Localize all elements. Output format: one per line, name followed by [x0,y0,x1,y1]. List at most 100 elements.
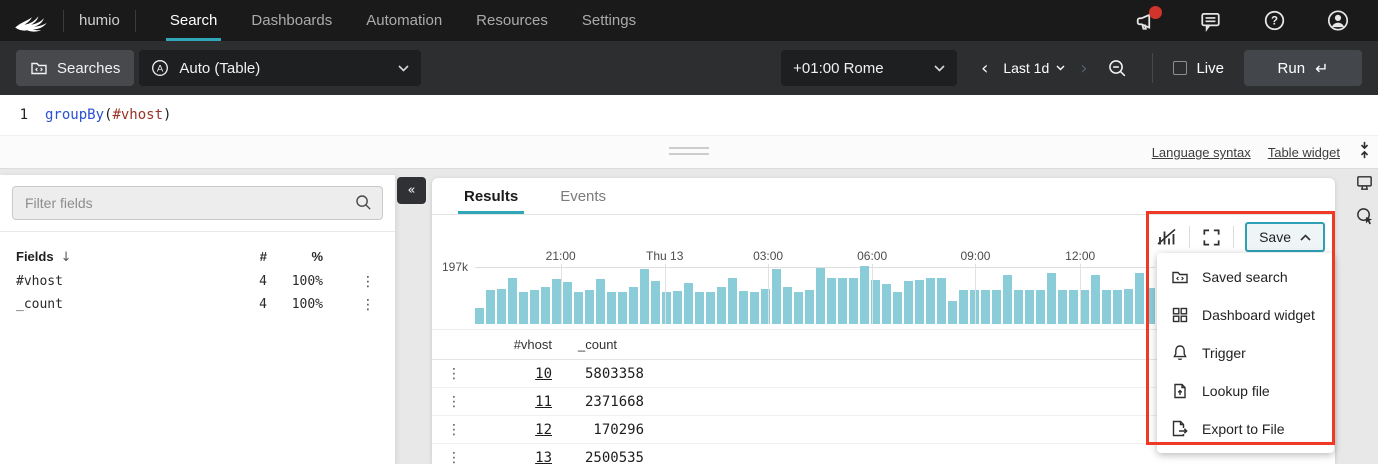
chart-toolbar: Save [1155,222,1325,252]
auto-view-icon: A [151,59,169,77]
histogram-bar [860,266,869,324]
time-forward-button[interactable]: › [1070,58,1097,79]
nav-item-settings[interactable]: Settings [582,0,636,41]
inspect-search-icon[interactable] [1355,206,1374,226]
feedback-icon[interactable] [1198,9,1222,33]
svg-text:A: A [157,63,164,74]
return-key-icon: ↵ [1315,59,1328,78]
field-row[interactable]: _count 4 100% ⋮ [16,293,379,316]
live-toggle[interactable]: Live [1173,60,1224,77]
nav-item-dashboards[interactable]: Dashboards [251,0,332,41]
field-row[interactable]: #vhost 4 100% ⋮ [16,270,379,293]
nav-item-automation[interactable]: Automation [366,0,442,41]
run-label: Run [1278,60,1306,77]
vhost-column-header[interactable]: #vhost [488,337,552,352]
filter-fields-wrap [12,186,383,220]
collapse-fields-panel-button[interactable]: « [397,177,426,204]
kebab-menu-icon[interactable]: ⋮ [323,274,379,290]
histogram-bar [673,291,682,324]
collapse-vertical-icon[interactable] [1355,140,1374,160]
histogram-bar [992,290,1001,324]
view-mode-value: Auto (Table) [179,60,260,77]
trigger-bell-icon [1171,344,1189,362]
time-range-select[interactable]: Last 1d [998,60,1070,76]
query-paren: ) [163,107,171,123]
vhost-value-link[interactable]: 11 [535,394,552,410]
histogram-bar [618,292,627,324]
fields-sort-header[interactable]: Fields↓ [16,249,223,265]
fields-panel: Fields↓ # % #vhost 4 100% ⋮ _count 4 100… [0,175,395,464]
announcements-icon[interactable] [1134,9,1158,33]
histogram-bar [904,281,913,324]
main-nav: Search Dashboards Automation Resources Setti… [170,0,670,41]
display-board-icon[interactable] [1355,173,1374,193]
vertical-gridline [768,264,769,324]
histogram-bar [805,290,814,324]
live-checkbox[interactable] [1173,61,1187,75]
nav-divider [63,10,64,32]
nav-item-search[interactable]: Search [170,0,218,41]
histogram-bar [794,292,803,324]
histogram-plot[interactable]: 197k 21:00Thu 1303:0006:0009:0012:00 [475,249,1155,324]
menu-item-lookup-file[interactable]: Lookup file [1157,372,1334,410]
histogram-bar [706,292,715,324]
run-button[interactable]: Run ↵ [1244,50,1362,86]
timezone-select[interactable]: +01:00 Rome [781,50,957,86]
sort-descending-icon: ↓ [61,250,72,265]
language-syntax-link[interactable]: Language syntax [1152,145,1251,160]
count-value: 5803358 [552,366,644,382]
histogram-bar [519,292,528,324]
menu-item-trigger[interactable]: Trigger [1157,334,1334,372]
histogram-bar [1146,288,1155,324]
view-mode-select[interactable]: A Auto (Table) [139,50,421,86]
vhost-value-link[interactable]: 13 [535,450,552,464]
query-function: groupBy [45,107,104,123]
filter-fields-input[interactable] [12,186,383,220]
query-argument: #vhost [112,107,163,123]
time-back-button[interactable]: ‹ [971,58,998,79]
histogram-bar [1047,273,1056,325]
crowdstrike-logo-icon[interactable] [14,8,48,34]
kebab-menu-icon[interactable]: ⋮ [432,450,488,464]
vhost-value-link[interactable]: 12 [535,422,552,438]
histogram-bar [1091,275,1100,324]
menu-item-dashboard-widget[interactable]: Dashboard widget [1157,296,1334,334]
help-icon[interactable]: ? [1262,9,1286,33]
fullscreen-icon[interactable] [1201,227,1222,248]
histogram-bar [1036,290,1045,324]
histogram-bar [750,292,759,324]
repository-name[interactable]: humio [79,12,120,29]
resize-handle[interactable] [669,147,709,159]
count-column-header[interactable]: _count [552,337,644,352]
searches-label: Searches [57,60,120,77]
nav-item-resources[interactable]: Resources [476,0,548,41]
kebab-menu-icon[interactable]: ⋮ [432,394,488,410]
account-icon[interactable] [1326,9,1350,33]
histogram-bar [640,269,649,324]
x-axis-tick-label: 03:00 [753,249,783,263]
toggle-histogram-icon[interactable] [1155,226,1178,248]
query-editor[interactable]: 1 groupBy(#vhost) [0,95,1378,135]
menu-item-export-to-file[interactable]: Export to File [1157,410,1334,448]
histogram-bar [1069,290,1078,324]
save-button[interactable]: Save [1245,222,1325,252]
histogram-bar [486,290,495,324]
kebab-menu-icon[interactable]: ⋮ [432,422,488,438]
histogram-bar [475,308,484,324]
vhost-value-link[interactable]: 10 [535,366,552,382]
menu-item-saved-search[interactable]: Saved search [1157,258,1334,296]
top-nav-icons: ? [1134,9,1364,33]
results-tabs: Results Events [432,178,1335,215]
tab-results[interactable]: Results [464,178,518,214]
query-text: groupBy(#vhost) [45,107,171,123]
zoom-out-button[interactable] [1107,58,1128,79]
tab-events[interactable]: Events [560,178,606,214]
searches-button[interactable]: Searches [16,50,134,86]
fields-table-header: Fields↓ # % [16,245,379,268]
histogram-bar [849,278,858,324]
x-axis-tick-label: 12:00 [1065,249,1095,263]
table-widget-link[interactable]: Table widget [1268,145,1340,160]
kebab-menu-icon[interactable]: ⋮ [432,366,488,382]
x-axis-tick-label: 06:00 [857,249,887,263]
kebab-menu-icon[interactable]: ⋮ [323,297,379,313]
